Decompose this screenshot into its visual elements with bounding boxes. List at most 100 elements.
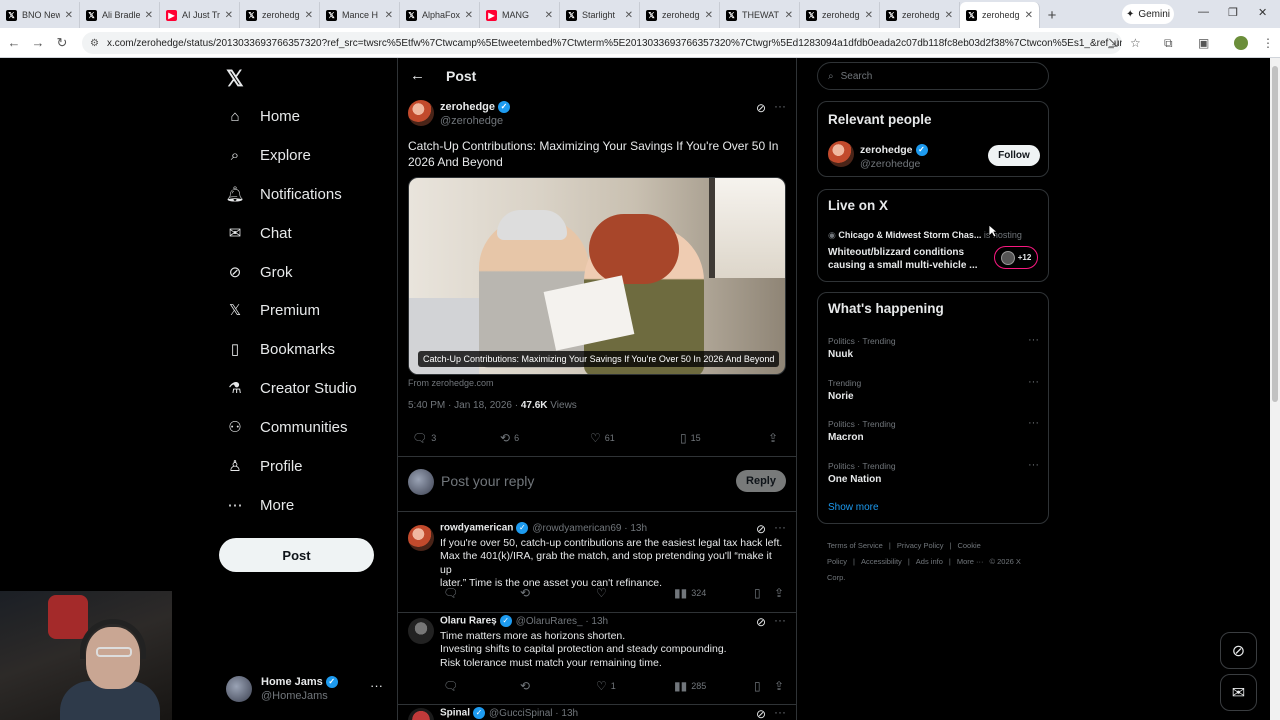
reload-icon[interactable]: ↻ (50, 35, 74, 51)
views-action[interactable]: ▮▮ 324 (674, 586, 706, 600)
trend-item[interactable]: Trending Norie ··· (828, 376, 1039, 402)
trend-item[interactable]: Politics · Trending Nuuk ··· (828, 334, 1039, 360)
more-dots-icon[interactable]: ··· (370, 678, 383, 693)
nav-item-home[interactable]: ⌂ Home (226, 103, 300, 129)
card-source[interactable]: From zerohedge.com (408, 378, 494, 388)
grok-fab-icon[interactable]: ⊘ (1220, 632, 1257, 669)
bookmark-action[interactable]: ▯ (754, 679, 761, 693)
bookmark-action[interactable]: ▯ 15 (680, 431, 701, 445)
account-switcher[interactable]: Home Jams ✓ @HomeJams ··· (226, 674, 386, 704)
footer-link[interactable]: Ads info (916, 557, 943, 566)
browser-menu-icon[interactable]: ⋮ (1262, 36, 1274, 50)
reply-author[interactable]: rowdyamerican (440, 523, 513, 534)
page-scrollbar[interactable] (1270, 58, 1280, 720)
grok-icon[interactable]: ⊘ (756, 101, 766, 115)
like-action[interactable]: ♡ (596, 586, 611, 600)
browser-tab[interactable]: 𝕏 Ali Bradle ✕ (80, 2, 160, 28)
more-dots-icon[interactable]: ··· (774, 520, 786, 534)
browser-tab[interactable]: ▶ AI Just Tr ✕ (160, 2, 240, 28)
author-handle[interactable]: @zerohedge (440, 115, 503, 127)
reply-author[interactable]: Olaru Rareș (440, 616, 497, 627)
footer-link[interactable]: More ··· (957, 557, 984, 566)
more-dots-icon[interactable]: ··· (1028, 417, 1039, 429)
avatar[interactable] (408, 618, 434, 644)
side-panel-icon[interactable]: ▣ (1198, 36, 1209, 50)
reply-button[interactable]: Reply (736, 470, 786, 492)
browser-tab[interactable]: 𝕏zerohedg ✕ (240, 2, 320, 28)
trend-item[interactable]: Politics · Trending Macron ··· (828, 417, 1039, 443)
follow-button[interactable]: Follow (988, 145, 1040, 166)
like-action[interactable]: ♡ 1 (596, 679, 616, 693)
forward-arrow-icon[interactable]: → (26, 35, 50, 50)
nav-item-more[interactable]: ⋯ More (226, 492, 295, 518)
search-input[interactable]: ⌕ Search (817, 62, 1049, 90)
browser-tab[interactable]: 𝕏 Starlight ✕ (560, 2, 640, 28)
nav-item-bookmarks[interactable]: ▯ Bookmarks (226, 336, 335, 362)
profile-avatar[interactable] (1234, 36, 1248, 50)
live-listeners-pill[interactable]: +12 (994, 246, 1038, 269)
reply-action[interactable]: 🗨 3 (412, 431, 436, 445)
browser-tab[interactable]: 𝕏zerohedg ✕ (960, 2, 1040, 28)
post-time[interactable]: 5:40 PM · Jan 18, 2026 · (408, 400, 521, 411)
minimize-icon[interactable]: — (1198, 6, 1209, 18)
reply-handle-time[interactable]: @rowdyamerican69 · 13h (532, 523, 647, 534)
trend-item[interactable]: Politics · Trending One Nation ··· (828, 459, 1039, 485)
tab-close-icon[interactable]: ✕ (865, 10, 873, 21)
more-dots-icon[interactable]: ··· (1028, 459, 1039, 471)
nav-item-chat[interactable]: ✉ Chat (226, 220, 292, 246)
reply-author[interactable]: Spinal (440, 708, 470, 719)
share-action[interactable]: ⇪ (768, 431, 778, 445)
link-card[interactable]: Catch-Up Contributions: Maximizing Your … (408, 177, 786, 375)
footer-link[interactable]: Accessibility (861, 557, 902, 566)
back-arrow-icon[interactable]: ← (2, 35, 26, 50)
grok-icon[interactable]: ⊘ (756, 522, 766, 536)
avatar[interactable] (408, 708, 434, 720)
browser-tab[interactable]: 𝕏 AlphaFox ✕ (400, 2, 480, 28)
tab-close-icon[interactable]: ✕ (945, 10, 953, 21)
reply-post[interactable]: Spinal ✓ @GucciSpinal · 13h ⊘ ··· (398, 705, 796, 720)
live-title[interactable]: Whiteout/blizzard conditions causing a s… (828, 246, 986, 272)
browser-tab[interactable]: 𝕏zerohedg ✕ (800, 2, 880, 28)
grok-icon[interactable]: ⊘ (756, 707, 766, 720)
footer-link[interactable]: Terms of Service (827, 541, 883, 550)
author-name[interactable]: zerohedge ✓ (440, 101, 511, 114)
reply-handle-time[interactable]: @OlaruRares_ · 13h (516, 616, 608, 627)
tab-close-icon[interactable]: ✕ (625, 10, 633, 21)
tab-close-icon[interactable]: ✕ (145, 10, 153, 21)
share-action[interactable]: ⇪ (774, 679, 784, 693)
install-app-icon[interactable]: ⇲ (1108, 36, 1118, 50)
repost-action[interactable]: ⟲ (520, 679, 534, 693)
avatar[interactable] (408, 525, 434, 551)
scrollbar-thumb[interactable] (1272, 66, 1278, 402)
like-action[interactable]: ♡ 61 (590, 431, 615, 445)
close-window-icon[interactable]: ✕ (1258, 6, 1267, 19)
reply-action[interactable]: 🗨 (443, 679, 462, 693)
browser-tab[interactable]: ▶ MANG ✕ (480, 2, 560, 28)
footer-link[interactable]: Privacy Policy (897, 541, 944, 550)
browser-tab[interactable]: 𝕏 BNO New ✕ (0, 2, 80, 28)
post-button[interactable]: Post (219, 538, 374, 572)
tab-close-icon[interactable]: ✕ (545, 10, 553, 21)
tab-close-icon[interactable]: ✕ (1025, 10, 1033, 21)
views-action[interactable]: ▮▮ 285 (674, 679, 706, 693)
new-tab-icon[interactable]: + (1040, 2, 1064, 28)
browser-tab[interactable]: 𝕏 Mance H ✕ (320, 2, 400, 28)
bookmark-star-icon[interactable]: ☆ (1130, 36, 1141, 50)
person-avatar[interactable] (828, 141, 854, 167)
browser-tab[interactable]: 𝕏zerohedg ✕ (880, 2, 960, 28)
more-dots-icon[interactable]: ··· (1028, 376, 1039, 388)
url-field[interactable]: ⚙ x.com/zerohedge/status/201303369376635… (82, 32, 1122, 54)
reply-action[interactable]: 🗨 (443, 586, 462, 600)
reply-post[interactable]: rowdyamerican ✓ @rowdyamerican69 · 13h ⊘ ···… (398, 520, 796, 613)
nav-item-grok[interactable]: ⊘ Grok (226, 259, 293, 285)
show-more-link[interactable]: Show more (828, 502, 879, 513)
reply-post[interactable]: Olaru Rareș ✓ @OlaruRares_ · 13h ⊘ ··· Time m… (398, 613, 796, 705)
browser-tab[interactable]: 𝕏zerohedg ✕ (640, 2, 720, 28)
more-dots-icon[interactable]: ··· (774, 99, 786, 113)
grok-icon[interactable]: ⊘ (756, 615, 766, 629)
nav-item-explore[interactable]: ⌕ Explore (226, 142, 311, 168)
nav-item-creator-studio[interactable]: ⚗ Creator Studio (226, 375, 356, 401)
reply-handle-time[interactable]: @GucciSpinal · 13h (489, 708, 578, 719)
repost-action[interactable]: ⟲ 6 (500, 431, 519, 445)
back-arrow-icon[interactable]: ← (410, 67, 425, 84)
